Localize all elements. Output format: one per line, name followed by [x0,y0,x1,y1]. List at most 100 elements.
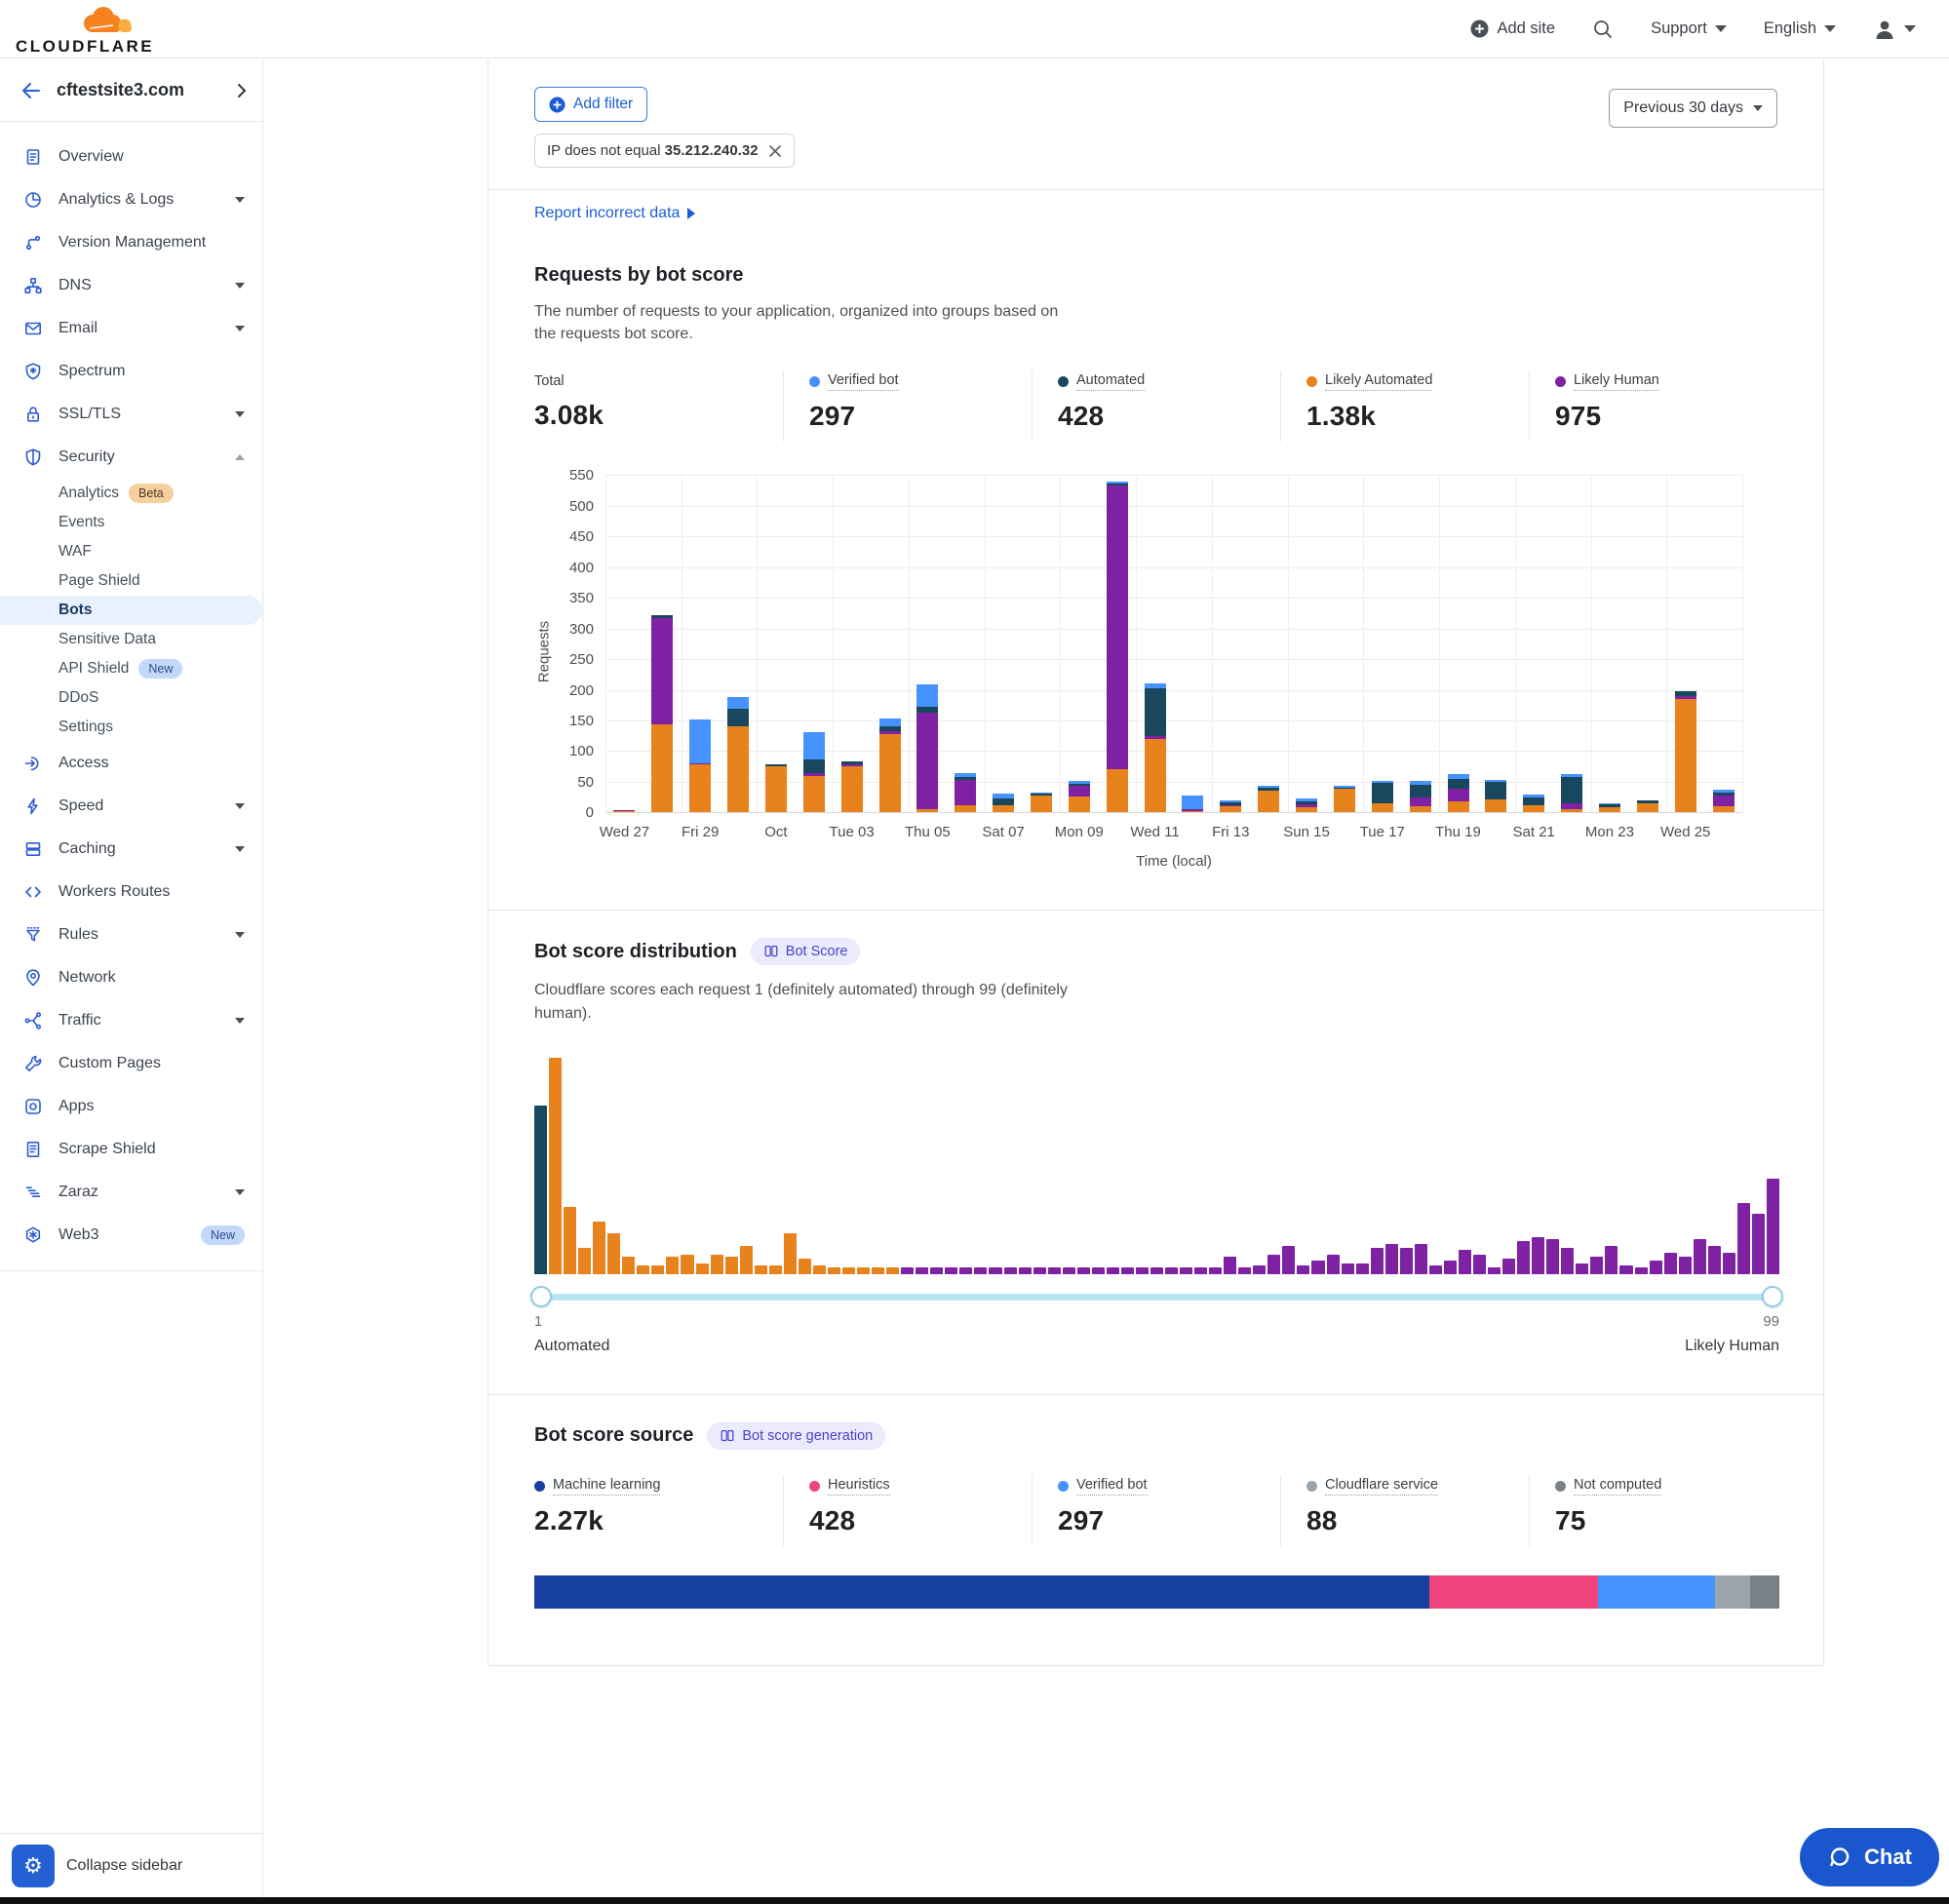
sidebar-item-apps[interactable]: Apps [0,1085,262,1128]
hist-bar-likely-human [1561,1248,1574,1274]
sidebar-item-label: Custom Pages [58,1055,245,1072]
gridline [605,629,1742,630]
distribution-section: Bot score distribution Bot Score Cloudfl… [488,910,1823,1393]
sidebar-item-analytics-logs[interactable]: Analytics & Logs [0,178,262,221]
close-icon[interactable] [768,144,782,158]
sidebar-item-version-management[interactable]: Version Management [0,221,262,264]
sidebar-item-dns[interactable]: DNS [0,264,262,307]
x-axis-tick: Wed 27 [580,824,668,840]
legend-dot-heuristics [809,1481,820,1492]
collapse-sidebar-button[interactable]: Collapse sidebar [66,1857,182,1875]
hist-bar-likely-human [1253,1265,1266,1274]
sidebar-item-spectrum[interactable]: Spectrum [0,350,262,393]
settings-gear-button[interactable]: ⚙ [12,1845,55,1887]
back-arrow-icon[interactable] [19,79,43,102]
slider-handle-min[interactable] [530,1286,552,1307]
sidebar-item-workers-routes[interactable]: Workers Routes [0,871,262,913]
bar-automated-oct-20 [1485,782,1506,799]
gridline [605,598,1742,599]
bar-likely-automated-oct-03 [841,766,863,813]
bar-verified-bot-oct-17 [1372,781,1393,784]
add-filter-button[interactable]: Add filter [534,87,647,122]
bot-score-badge[interactable]: Bot Score [751,938,861,965]
legend-dot-verified-bot [1058,1481,1069,1492]
hist-bar-likely-automated [828,1267,840,1274]
sidebar-item-label: DNS [58,277,235,294]
sidebar-item-label: Caching [58,840,235,858]
sidebar-item-waf[interactable]: WAF [0,537,262,566]
slider-track[interactable] [534,1294,1779,1301]
sidebar-item-ddos[interactable]: DDoS [0,683,262,713]
bot-score-generation-badge[interactable]: Bot score generation [707,1422,885,1450]
sidebar-item-sensitive-data[interactable]: Sensitive Data [0,625,262,654]
user-icon [1873,18,1896,41]
sidebar-item-zaraz[interactable]: Zaraz [0,1171,262,1214]
time-range-dropdown[interactable]: Previous 30 days [1609,89,1777,128]
sidebar-item-events[interactable]: Events [0,508,262,537]
sidebar-item-ssl-tls[interactable]: SSL/TLS [0,393,262,436]
distribution-section-title: Bot score distribution [534,941,737,963]
chevron-right-icon[interactable] [235,82,249,99]
bar-likely-automated-oct-09 [1069,797,1090,812]
hist-bar-likely-human [1444,1261,1457,1273]
sidebar-item-overview[interactable]: Overview [0,136,262,178]
x-axis-tick: Tue 17 [1339,824,1426,840]
report-incorrect-data-link[interactable]: Report incorrect data [534,205,695,222]
sidebar-item-traffic[interactable]: Traffic [0,999,262,1042]
language-menu[interactable]: English [1764,19,1836,38]
hist-bar-likely-human [1400,1248,1413,1274]
traffic-icon [23,1011,43,1030]
legend-dot-not-computed [1555,1481,1566,1492]
sidebar-item-page-shield[interactable]: Page Shield [0,566,262,596]
hist-bar-likely-automated [637,1265,649,1274]
y-axis-tick: 400 [535,560,594,576]
support-menu[interactable]: Support [1651,19,1727,38]
hist-bar-likely-human [1224,1257,1236,1274]
sidebar-item-analytics[interactable]: AnalyticsBeta [0,479,262,508]
stat-label: Cloudflare service [1325,1477,1438,1496]
zaraz-icon [23,1183,43,1202]
sidebar-item-security[interactable]: Security [0,436,262,479]
source-stats-row: Machine learning2.27kHeuristics428Verifi… [534,1475,1777,1546]
book-icon [720,1428,735,1444]
hist-bar-likely-automated [857,1267,870,1274]
cloudflare-logo[interactable]: CLOUDFLARE [0,0,195,58]
account-menu[interactable] [1873,18,1916,41]
bar-verified-bot-sep-29 [689,719,711,763]
sidebar-item-speed[interactable]: Speed [0,785,262,828]
sidebar-item-scrape-shield[interactable]: Scrape Shield [0,1128,262,1171]
sidebar-item-custom-pages[interactable]: Custom Pages [0,1042,262,1085]
bar-automated-oct-08 [1031,794,1052,797]
sidebar-item-rules[interactable]: Rules [0,913,262,956]
sidebar-item-network[interactable]: Network [0,956,262,999]
sidebar-item-web3[interactable]: Web3New [0,1214,262,1257]
chevron-down-icon [235,1189,245,1195]
gridline [605,812,1742,813]
x-axis-tick: Wed 11 [1111,824,1199,840]
source-segment-verified-bot [1598,1575,1715,1609]
bar-likely-automated-oct-13 [1220,806,1241,812]
chat-button[interactable]: Chat [1800,1828,1939,1886]
sidebar-item-access[interactable]: Access [0,742,262,785]
sidebar-item-api-shield[interactable]: API ShieldNew [0,654,262,683]
chevron-down-icon [235,803,245,809]
sidebar-item-settings[interactable]: Settings [0,713,262,742]
search-button[interactable] [1592,19,1614,40]
sidebar-item-email[interactable]: Email [0,307,262,350]
requests-section-description: The number of requests to your applicati… [534,300,1080,345]
sidebar-item-caching[interactable]: Caching [0,828,262,871]
hist-bar-likely-human [1650,1261,1662,1273]
bar-verified-bot-oct-06 [955,773,976,777]
bar-automated-oct-18 [1410,785,1431,797]
slider-handle-max[interactable] [1762,1286,1783,1307]
add-site-button[interactable]: Add site [1470,19,1555,38]
hist-bar-likely-human [1371,1248,1384,1274]
hist-bar-likely-human [974,1267,987,1274]
source-segment-cloudflare-service [1715,1575,1750,1609]
gridline [1666,475,1667,812]
source-section: Bot score source Bot score generation Ma… [488,1394,1823,1665]
bar-likely-human-oct-05 [916,713,938,809]
bar-automated-oct-13 [1220,802,1241,805]
sidebar-item-bots[interactable]: Bots [0,596,262,625]
site-name: cftestsite3.com [57,80,235,100]
